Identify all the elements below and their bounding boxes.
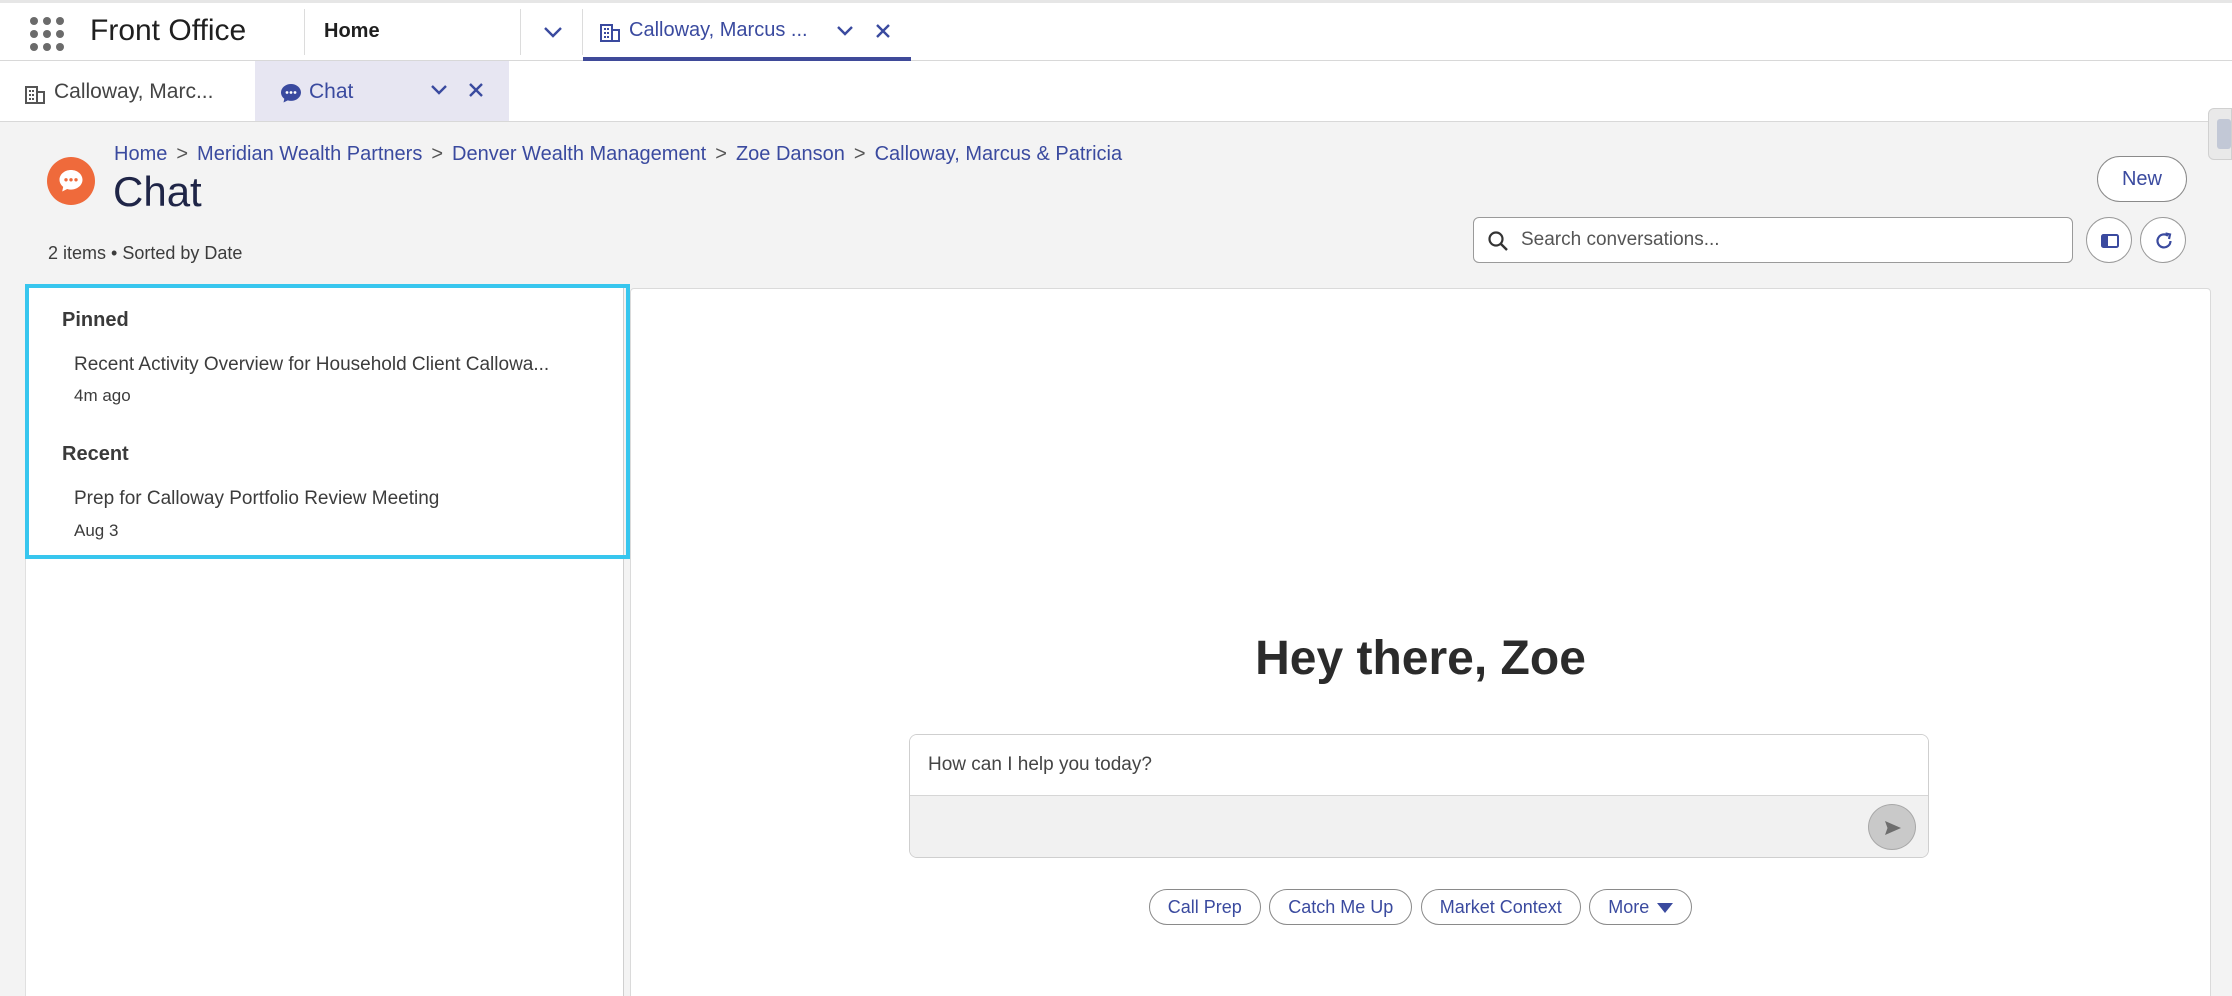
chip-call-prep[interactable]: Call Prep bbox=[1148, 889, 1261, 925]
nav-tab-calloway[interactable]: Calloway, Marcus ... bbox=[583, 3, 911, 61]
breadcrumb-link[interactable]: Meridian Wealth Partners bbox=[197, 143, 422, 165]
items-info: 2 items • Sorted by Date bbox=[48, 243, 243, 263]
breadcrumb-separator: > bbox=[176, 143, 189, 165]
breadcrumb-link[interactable]: Denver Wealth Management bbox=[452, 143, 706, 165]
conversation-time: Aug 3 bbox=[74, 521, 119, 540]
subtab-record[interactable]: Calloway, Marc... bbox=[0, 61, 255, 121]
chevron-down-icon[interactable] bbox=[831, 17, 859, 50]
building-icon bbox=[599, 21, 621, 48]
greeting-heading: Hey there, Zoe bbox=[1255, 632, 1586, 685]
subtab-label: Calloway, Marc... bbox=[54, 80, 214, 103]
sidebar-toggle-icon bbox=[2101, 234, 2119, 248]
breadcrumb-link[interactable]: Zoe Danson bbox=[736, 143, 845, 165]
nav-divider bbox=[520, 9, 521, 55]
chat-main-panel: Hey there, Zoe Call Prep Catch Me Up Mar… bbox=[630, 288, 2211, 996]
nav-divider bbox=[304, 9, 305, 55]
close-icon[interactable] bbox=[462, 76, 490, 109]
close-icon[interactable] bbox=[869, 17, 897, 50]
conversation-title[interactable]: Prep for Calloway Portfolio Review Meeti… bbox=[74, 488, 439, 510]
page-title: Chat bbox=[113, 168, 202, 215]
subtab-label: Chat bbox=[309, 80, 354, 103]
pinned-group-label: Pinned bbox=[62, 309, 129, 331]
recent-group-label: Recent bbox=[62, 443, 129, 465]
building-icon bbox=[24, 83, 46, 110]
chat-logo-icon bbox=[47, 157, 95, 205]
app-name: Front Office bbox=[90, 14, 247, 47]
refresh-button[interactable] bbox=[2140, 217, 2186, 263]
refresh-icon bbox=[2156, 232, 2172, 249]
conversation-title[interactable]: Recent Activity Overview for Household C… bbox=[74, 354, 549, 376]
conversation-time: 4m ago bbox=[74, 386, 131, 405]
conversation-list: Pinned Recent Activity Overview for Hous… bbox=[25, 286, 624, 996]
breadcrumb: Home > Meridian Wealth Partners > Denver Wea… bbox=[114, 143, 1122, 166]
chat-composer bbox=[909, 734, 1929, 858]
chat-input[interactable] bbox=[910, 735, 1928, 796]
search-icon bbox=[1488, 231, 1508, 251]
breadcrumb-link[interactable]: Home bbox=[114, 143, 167, 165]
nav-tab-label: Calloway, Marcus ... bbox=[629, 19, 808, 41]
send-button[interactable] bbox=[1868, 804, 1916, 850]
chip-catch-me-up[interactable]: Catch Me Up bbox=[1269, 889, 1413, 925]
app-launcher-icon[interactable] bbox=[30, 17, 64, 51]
side-panel-handle[interactable] bbox=[2208, 108, 2232, 160]
nav-menu-chevron-down-icon[interactable] bbox=[538, 17, 568, 47]
caret-down-icon bbox=[1657, 903, 1674, 914]
breadcrumb-separator: > bbox=[715, 143, 727, 165]
breadcrumb-separator: > bbox=[853, 143, 866, 165]
subtab-chat[interactable]: Chat bbox=[255, 61, 509, 121]
sub-tabs: Calloway, Marc... Chat bbox=[0, 61, 2232, 122]
top-nav: Front Office Home Calloway, Marcus ... bbox=[0, 0, 2232, 61]
suggestion-chips: Call Prep Catch Me Up Market Context Mor… bbox=[631, 889, 2210, 925]
breadcrumb-link[interactable]: Calloway, Marcus & Patricia bbox=[875, 143, 1122, 165]
chat-bubble-icon bbox=[279, 81, 303, 110]
chip-more[interactable]: More bbox=[1589, 889, 1693, 925]
chip-market-context[interactable]: Market Context bbox=[1420, 889, 1581, 925]
composer-toolbar bbox=[910, 796, 1928, 857]
nav-tab-home[interactable]: Home bbox=[324, 20, 380, 43]
chip-more-label: More bbox=[1608, 897, 1650, 917]
search-input[interactable] bbox=[1521, 226, 2061, 254]
new-chat-button[interactable]: New bbox=[2097, 156, 2187, 202]
toggle-sidebar-button[interactable] bbox=[2086, 217, 2132, 263]
breadcrumb-separator: > bbox=[431, 143, 444, 165]
chevron-down-icon[interactable] bbox=[425, 76, 453, 109]
send-icon bbox=[1885, 821, 1901, 835]
search-box bbox=[1473, 217, 2073, 263]
